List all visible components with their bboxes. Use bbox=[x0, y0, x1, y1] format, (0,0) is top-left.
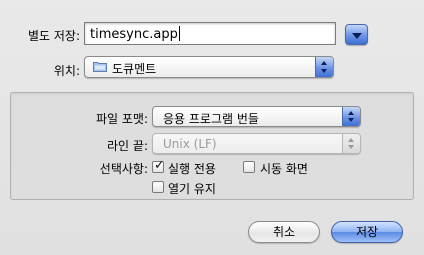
line-endings-label: 라인 끝: bbox=[107, 139, 148, 153]
popup-arrows-icon bbox=[342, 107, 360, 126]
file-format-popup[interactable]: 응용 프로그램 번들 bbox=[152, 106, 361, 127]
stay-open-label: 열기 유지 bbox=[168, 182, 216, 196]
save-button[interactable]: 저장 bbox=[331, 221, 403, 243]
line-endings-value: Unix (LF) bbox=[163, 137, 217, 151]
run-only-checkbox[interactable]: ✓ bbox=[152, 158, 165, 173]
line-endings-popup: Unix (LF) bbox=[152, 133, 361, 154]
run-only-label: 실행 전용 bbox=[168, 162, 216, 176]
where-value: 도큐멘트 bbox=[112, 62, 157, 76]
expand-browser-button[interactable] bbox=[345, 24, 368, 45]
filename-value: timesync.app bbox=[90, 27, 178, 42]
filename-field[interactable]: timesync.app bbox=[84, 22, 336, 45]
save-as-label: 별도 저장: bbox=[27, 29, 80, 43]
popup-arrows-icon bbox=[342, 134, 360, 153]
where-label: 위치: bbox=[53, 64, 80, 78]
popup-arrows-icon bbox=[315, 57, 333, 77]
stay-open-checkbox[interactable] bbox=[152, 181, 164, 193]
startup-screen-label: 시동 화면 bbox=[260, 162, 308, 176]
file-format-label: 파일 포맷: bbox=[95, 112, 148, 126]
startup-screen-checkbox[interactable] bbox=[243, 161, 255, 173]
where-popup[interactable]: 도큐멘트 bbox=[84, 56, 334, 78]
text-caret bbox=[178, 26, 180, 41]
folder-icon bbox=[93, 62, 107, 72]
options-label: 선택사항: bbox=[99, 162, 148, 176]
chevron-down-icon bbox=[352, 33, 362, 39]
checkmark-icon: ✓ bbox=[154, 158, 165, 173]
file-format-value: 응용 프로그램 번들 bbox=[163, 112, 259, 126]
cancel-button[interactable]: 취소 bbox=[248, 221, 320, 243]
